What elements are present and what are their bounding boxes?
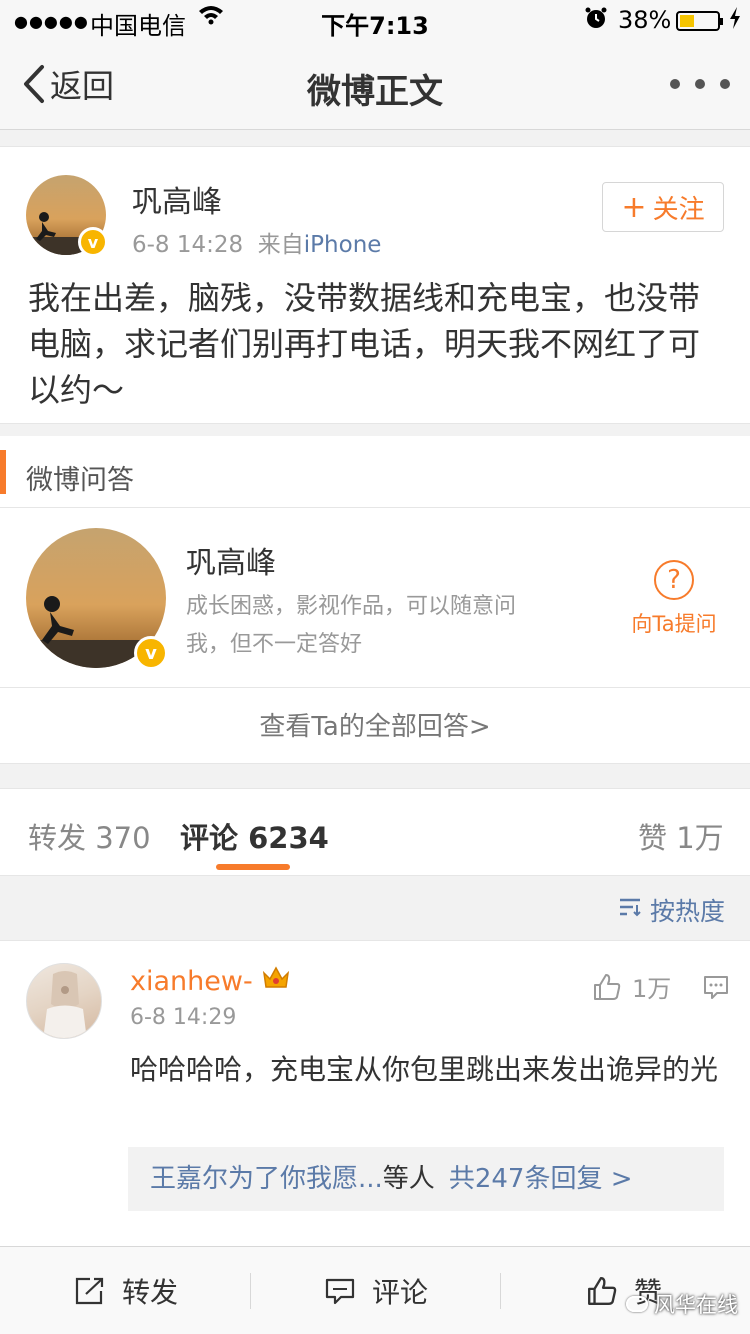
reply-users[interactable]: 王嘉尔为了你我愿... (150, 1164, 383, 1194)
comment-like-count: 1万 (632, 975, 672, 1003)
tab-reposts[interactable]: 转发 370 (28, 815, 151, 857)
toolbar-divider (250, 1273, 251, 1309)
alarm-icon (584, 6, 608, 36)
watermark: 风华在线 (626, 1289, 738, 1319)
share-icon (75, 1277, 104, 1305)
battery-percent: 38% (618, 6, 672, 34)
battery-icon (676, 11, 723, 31)
repost-label: 转发 (122, 1276, 179, 1309)
tab-likes[interactable]: 赞 1万 (638, 815, 724, 857)
reply-icon[interactable] (702, 973, 730, 1005)
section-accent-bar (0, 450, 6, 494)
status-bar: ●●●●● 中国电信 下午7:13 38% (0, 0, 750, 40)
thumbs-up-icon (588, 1277, 617, 1305)
verified-badge: v (78, 227, 108, 257)
comment-time: 6-8 14:29 (130, 1005, 237, 1030)
post-card: v 巩高峰 6-8 14:28 来自iPhone + 关注 我在出差，脑残，没带… (0, 146, 750, 424)
repost-button[interactable]: 转发 (74, 1247, 178, 1334)
question-icon: ? (654, 560, 694, 600)
follow-button[interactable]: + 关注 (602, 182, 724, 232)
comment-label: 评论 (372, 1276, 429, 1309)
ask-label: 向Ta提问 (631, 612, 717, 636)
author-name[interactable]: 巩高峰 (132, 177, 222, 221)
qa-card[interactable]: v 巩高峰 成长困惑，影视作品，可以随意问我，但不一定答好 ? 向Ta提问 (0, 508, 750, 688)
commenter-avatar[interactable] (26, 963, 102, 1039)
post-meta: 6-8 14:28 来自iPhone (132, 225, 381, 259)
thumbs-up-icon (594, 973, 621, 1000)
charging-icon (728, 6, 742, 36)
comment-text: 哈哈哈哈，充电宝从你包里跳出来发出诡异的光 (130, 1053, 719, 1086)
sort-by-hot-button[interactable]: 按热度 (618, 892, 725, 928)
interaction-tabs: 转发 370 评论 6234 赞 1万 (0, 788, 750, 876)
qa-section-header: 微博问答 (0, 436, 750, 508)
view-all-answers-link[interactable]: 查看Ta的全部回答> (0, 688, 750, 764)
reply-count[interactable]: 共247条回复 > (449, 1164, 633, 1194)
sort-bar: 按热度 (0, 876, 750, 940)
source-prefix: 来自 (257, 232, 304, 258)
comment-icon (325, 1278, 355, 1305)
post-text: 我在出差，脑残，没带数据线和充电宝，也没带电脑，求记者们别再打电话，明天我不网红… (28, 279, 701, 409)
sort-icon (618, 897, 642, 923)
commenter-name-text: xianhew- (130, 965, 253, 997)
comment-button[interactable]: 评论 (324, 1247, 428, 1334)
more-options-icon[interactable] (670, 64, 730, 104)
qa-name[interactable]: 巩高峰 (186, 538, 276, 582)
crown-icon (261, 965, 291, 997)
qa-section-title: 微博问答 (26, 465, 134, 496)
active-tab-indicator (216, 864, 290, 870)
nav-bar: 返回 微博正文 (0, 40, 750, 130)
post-source[interactable]: iPhone (304, 232, 382, 258)
comment-item: xianhew- 6-8 14:29 1万 哈哈哈哈，充电宝从你包里跳出来发出诡… (0, 940, 750, 1246)
ask-question-button[interactable]: ? 向Ta提问 (624, 560, 724, 638)
post-date: 6-8 14:28 (132, 232, 244, 258)
plus-icon: + (621, 189, 647, 225)
comment-like-button[interactable]: 1万 (592, 969, 671, 1004)
follow-label: 关注 (652, 194, 705, 225)
toolbar-divider (500, 1273, 501, 1309)
watermark-text: 风华在线 (654, 1293, 738, 1317)
page-title: 微博正文 (307, 72, 443, 112)
sort-label: 按热度 (650, 897, 726, 926)
tab-comments[interactable]: 评论 6234 (180, 815, 329, 857)
wechat-icon (626, 1296, 648, 1312)
replies-preview[interactable]: 王嘉尔为了你我愿...等人 共247条回复 > (128, 1147, 724, 1211)
qa-description: 成长困惑，影视作品，可以随意问我，但不一定答好 (186, 594, 517, 657)
battery-fill (680, 15, 694, 27)
commenter-name[interactable]: xianhew- (130, 965, 291, 997)
verified-badge: v (134, 636, 168, 670)
reply-suffix: 等人 (382, 1164, 435, 1194)
bottom-toolbar: 转发 评论 赞 风华在线 (0, 1246, 750, 1334)
